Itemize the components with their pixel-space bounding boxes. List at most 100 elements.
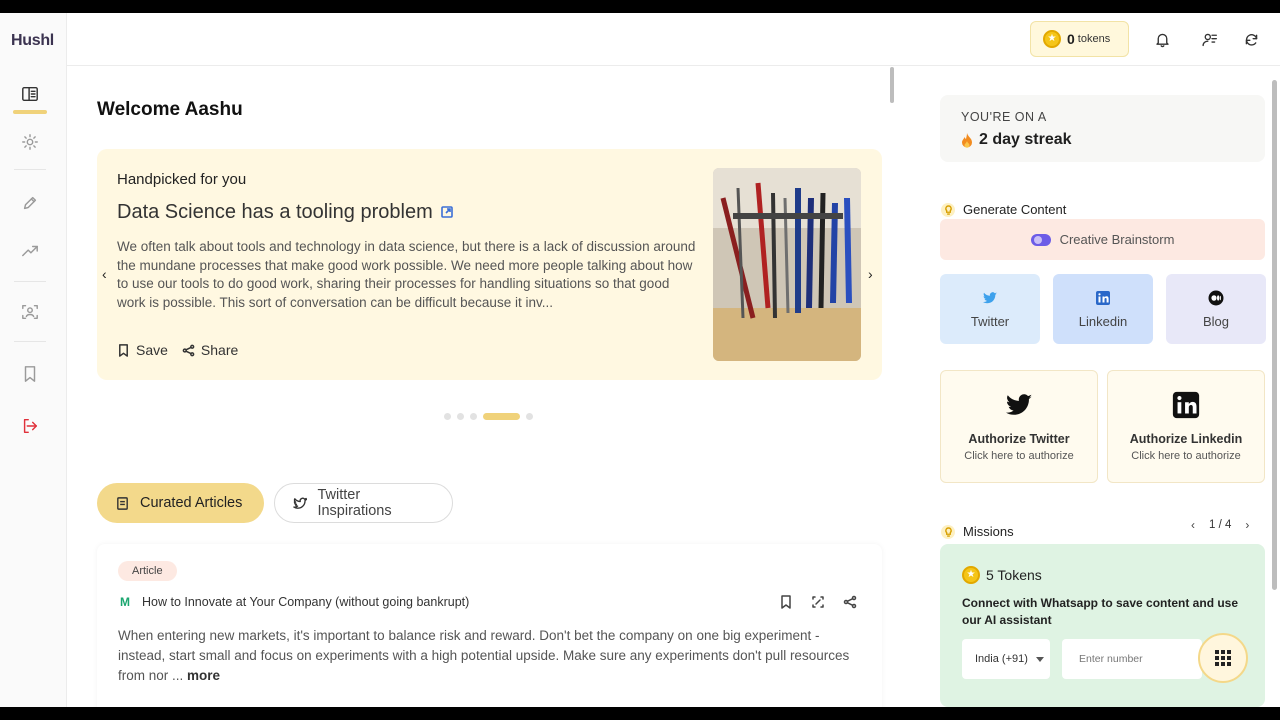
toggle-icon	[1030, 233, 1051, 246]
authorize-linkedin-card[interactable]: Authorize Linkedin Click here to authori…	[1107, 370, 1265, 483]
carousel-dot-active[interactable]	[483, 413, 520, 420]
article-icon	[117, 496, 128, 510]
brainstorm-label: Creative Brainstorm	[1059, 232, 1175, 247]
generate-twitter-button[interactable]: Twitter	[940, 274, 1040, 344]
authorize-twitter-card[interactable]: Authorize Twitter Click here to authoriz…	[940, 370, 1098, 483]
carousel-dot[interactable]	[470, 413, 477, 420]
pencil-icon[interactable]	[19, 192, 41, 214]
article-header[interactable]: M How to Innovate at Your Company (witho…	[118, 595, 469, 609]
share-icon[interactable]	[843, 595, 857, 609]
mission-reward: ★ 5 Tokens	[962, 566, 1042, 584]
handpicked-card[interactable]: ‹ Handpicked for you Data Science has a …	[97, 149, 882, 380]
rewrite-icon[interactable]	[811, 595, 825, 609]
flame-icon	[962, 132, 972, 148]
apps-grid-button[interactable]	[1198, 633, 1248, 683]
carousel-next-icon[interactable]: ›	[868, 266, 873, 282]
save-button[interactable]: Save	[117, 342, 168, 358]
tab-label: Curated Articles	[140, 495, 243, 511]
auth-subtitle: Click here to authorize	[1131, 450, 1241, 462]
tokens-button[interactable]: ★ 0 tokens	[1030, 21, 1129, 57]
right-scrollbar[interactable]	[1272, 80, 1277, 590]
tab-curated-articles[interactable]: Curated Articles	[97, 483, 264, 523]
profile-scan-icon[interactable]	[19, 301, 41, 323]
more-link[interactable]: more	[187, 668, 220, 683]
coin-icon: ★	[962, 566, 980, 584]
hero-actions: Save Share	[117, 342, 238, 358]
trending-icon[interactable]	[19, 240, 41, 262]
chevron-left-icon[interactable]: ‹	[1191, 518, 1195, 532]
share-button[interactable]: Share	[182, 342, 238, 358]
gen-card-label: Blog	[1202, 313, 1230, 329]
chevron-down-icon	[1035, 656, 1044, 662]
user-settings-icon[interactable]	[1199, 29, 1219, 49]
tab-label: Twitter Inspirations	[317, 487, 392, 519]
missions-page-indicator: 1 / 4	[1209, 519, 1232, 531]
tokens-count: 0	[1067, 31, 1075, 47]
tab-twitter-inspirations[interactable]: Twitter Inspirations	[274, 483, 453, 523]
generate-linkedin-button[interactable]: Linkedin	[1053, 274, 1153, 344]
carousel-dots	[444, 413, 533, 420]
streak-card: YOU'RE ON A 2 day streak	[940, 95, 1265, 162]
main-content: Welcome Aashu ‹ Handpicked for you Data …	[67, 66, 893, 707]
share-icon	[182, 344, 195, 356]
medium-icon: M	[120, 595, 130, 609]
section-title: Generate Content	[963, 202, 1067, 217]
auth-title: Authorize Twitter	[968, 432, 1070, 446]
logo[interactable]: Hushl	[11, 32, 54, 50]
streak-text: 2 day streak	[979, 131, 1072, 148]
hero-title[interactable]: Data Science has a tooling problem	[117, 201, 453, 224]
sidebar: Hushl	[0, 13, 67, 707]
grid-icon	[1215, 650, 1231, 666]
bookmark-icon	[119, 343, 128, 357]
main-scrollbar[interactable]	[890, 67, 894, 103]
mission-description: Connect with Whatsapp to save content an…	[962, 596, 1239, 627]
article-summary: When entering new markets, it's importan…	[118, 626, 868, 686]
lightbulb-icon	[941, 202, 955, 217]
streak-label: YOU'RE ON A	[961, 110, 1047, 124]
missions-heading: Missions	[941, 524, 1014, 539]
active-nav-indicator	[13, 110, 47, 114]
page-title: Welcome Aashu	[97, 99, 243, 120]
hero-kicker: Handpicked for you	[117, 171, 247, 188]
gen-card-label: Twitter	[970, 313, 1010, 329]
gen-card-label: Linkedin	[1078, 313, 1128, 329]
mission-card: ★ 5 Tokens Connect with Whatsapp to save…	[940, 544, 1265, 707]
lightbulb-icon	[941, 524, 955, 539]
logout-icon[interactable]	[19, 415, 41, 437]
linkedin-icon	[1096, 290, 1110, 305]
medium-icon	[1208, 290, 1224, 305]
twitter-icon	[983, 291, 997, 303]
refresh-icon[interactable]	[1241, 29, 1261, 49]
section-title: Missions	[963, 524, 1014, 539]
carousel-dot[interactable]	[444, 413, 451, 420]
streak-value: 2 day streak	[961, 131, 1072, 149]
article-actions	[779, 595, 857, 609]
topbar: ★ 0 tokens	[67, 13, 1280, 66]
save-label: Save	[136, 342, 168, 358]
sidebar-divider	[14, 281, 46, 282]
settings-icon[interactable]	[19, 131, 41, 153]
carousel-dot[interactable]	[526, 413, 533, 420]
hero-image[interactable]	[713, 168, 861, 361]
bookmark-icon[interactable]	[19, 363, 41, 385]
external-link-icon[interactable]	[440, 201, 453, 224]
coin-icon: ★	[1043, 30, 1061, 48]
article-card[interactable]: Article M How to Innovate at Your Compan…	[97, 544, 882, 707]
article-title[interactable]: How to Innovate at Your Company (without…	[142, 595, 469, 609]
auth-subtitle: Click here to authorize	[964, 450, 1074, 462]
share-label: Share	[200, 342, 239, 358]
feed-icon[interactable]	[19, 83, 41, 105]
phone-number-input[interactable]	[1062, 639, 1202, 679]
carousel-dot[interactable]	[457, 413, 464, 420]
sidebar-divider	[14, 341, 46, 342]
chevron-right-icon[interactable]: ›	[1245, 518, 1249, 532]
bell-icon[interactable]	[1152, 29, 1172, 49]
missions-pager: ‹ 1 / 4 ›	[1191, 518, 1249, 532]
carousel-prev-icon[interactable]: ‹	[102, 266, 107, 282]
twitter-icon	[293, 497, 308, 509]
generate-blog-button[interactable]: Blog	[1166, 274, 1266, 344]
creative-brainstorm-button[interactable]: Creative Brainstorm	[940, 219, 1265, 260]
right-panel: YOU'RE ON A 2 day streak Generate Conten…	[940, 66, 1266, 707]
bookmark-icon[interactable]	[779, 595, 793, 609]
country-code-select[interactable]: India (+91)	[962, 639, 1050, 679]
